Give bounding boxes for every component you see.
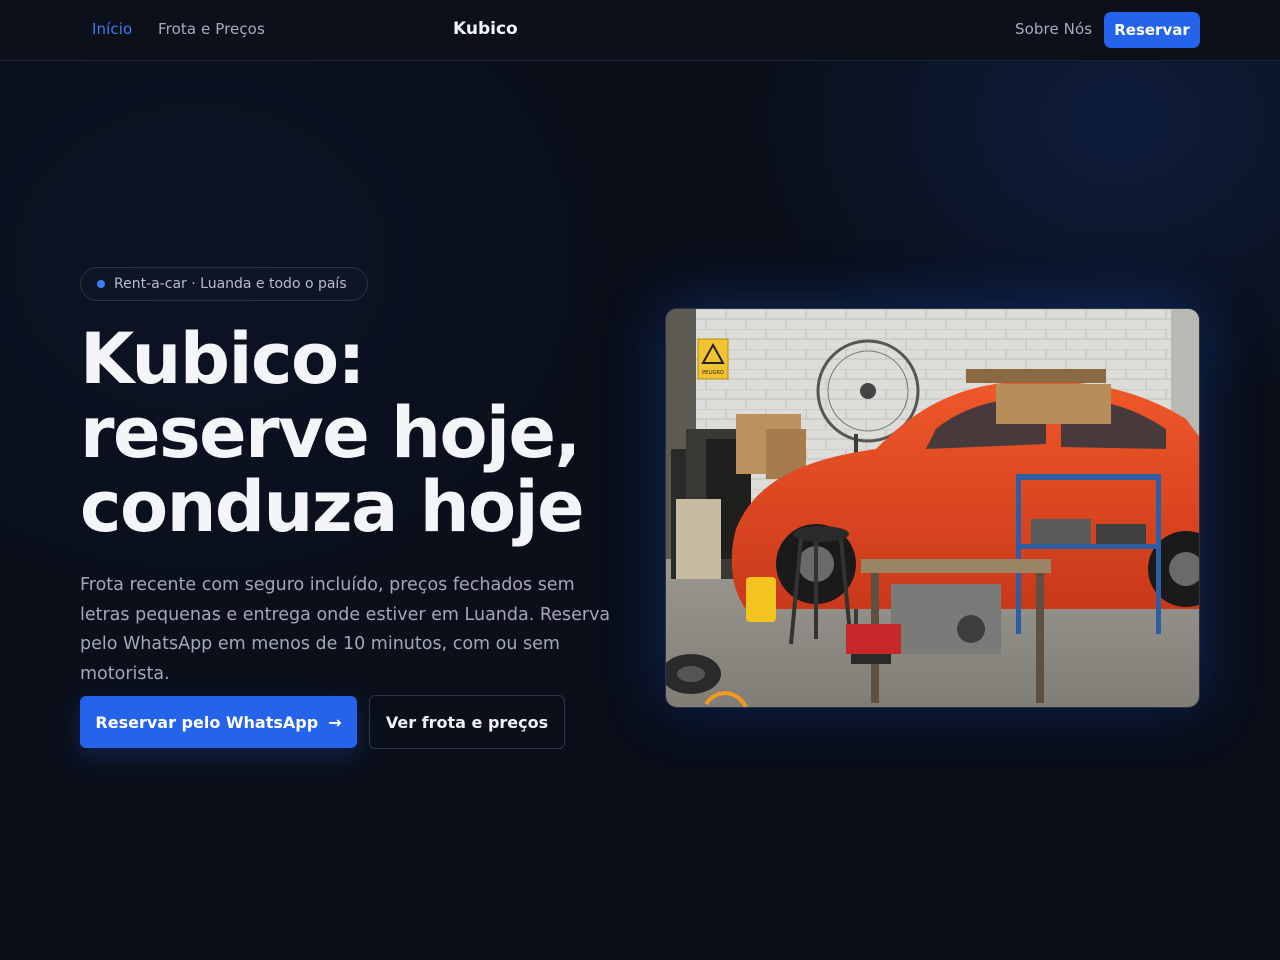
- hero-image: PELIGRO: [665, 308, 1200, 708]
- top-nav: Início Frota e Preços Kubico Sobre Nós R…: [0, 0, 1280, 61]
- nav-reservar-button[interactable]: Reservar: [1104, 12, 1200, 48]
- brand-logo[interactable]: Kubico: [453, 19, 518, 39]
- nav-link-inicio[interactable]: Início: [92, 20, 132, 38]
- nav-link-frota-precos[interactable]: Frota e Preços: [158, 20, 265, 38]
- nav-link-sobre-nos[interactable]: Sobre Nós: [1015, 20, 1092, 38]
- hero-headline: Kubico: reserve hoje, conduza hoje: [80, 318, 585, 548]
- hero-lead: Frota recente com seguro incluído, preço…: [80, 575, 611, 684]
- hero-badge-label: Rent-a-car · Luanda e todo o país: [114, 276, 347, 292]
- warning-sign-text: PELIGRO: [702, 370, 724, 376]
- arrow-right-icon: →: [328, 712, 342, 732]
- whatsapp-reserve-button[interactable]: Reservar pelo WhatsApp →: [80, 696, 357, 748]
- view-fleet-button[interactable]: Ver frota e preços: [369, 695, 565, 749]
- warning-sign-icon: PELIGRO: [697, 338, 729, 380]
- hero-badge: Rent-a-car · Luanda e todo o país: [80, 267, 368, 301]
- whatsapp-reserve-label: Reservar pelo WhatsApp: [95, 712, 319, 732]
- status-dot-icon: [97, 280, 105, 288]
